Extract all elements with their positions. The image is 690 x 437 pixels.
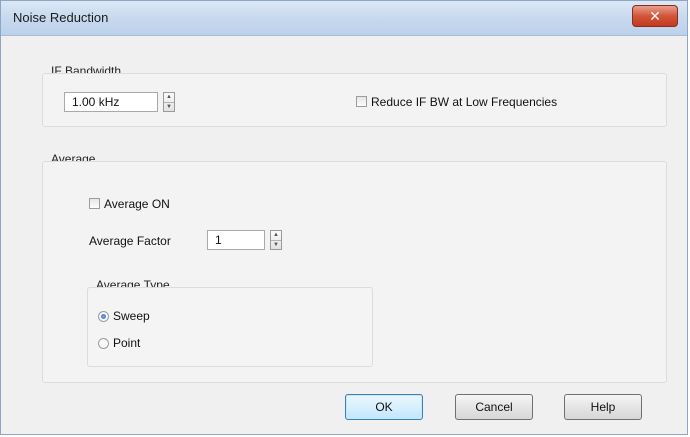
- average-on-label[interactable]: Average ON: [104, 197, 170, 211]
- spin-up-icon[interactable]: ▲: [271, 231, 281, 240]
- average-type-group: Sweep Point: [87, 287, 373, 367]
- if-bandwidth-spinner[interactable]: ▲ ▼: [163, 92, 175, 112]
- average-factor-spinner[interactable]: ▲ ▼: [270, 230, 282, 250]
- reduce-if-bw-label[interactable]: Reduce IF BW at Low Frequencies: [371, 95, 557, 109]
- dialog-title: Noise Reduction: [13, 10, 109, 25]
- reduce-if-bw-checkbox[interactable]: [356, 96, 367, 107]
- spin-down-icon[interactable]: ▼: [164, 102, 174, 112]
- point-radio[interactable]: [98, 338, 109, 349]
- average-factor-input[interactable]: 1: [207, 230, 265, 250]
- average-on-checkbox[interactable]: [89, 198, 100, 209]
- spin-down-icon[interactable]: ▼: [271, 240, 281, 250]
- average-factor-label: Average Factor: [89, 234, 171, 248]
- close-icon: ✕: [649, 7, 661, 24]
- ok-button[interactable]: OK: [345, 394, 423, 420]
- sweep-radio[interactable]: [98, 311, 109, 322]
- if-bandwidth-group: 1.00 kHz ▲ ▼ Reduce IF BW at Low Frequen…: [42, 73, 667, 127]
- if-bandwidth-input[interactable]: 1.00 kHz: [64, 92, 158, 112]
- spin-up-icon[interactable]: ▲: [164, 93, 174, 102]
- sweep-label[interactable]: Sweep: [113, 309, 150, 323]
- help-button[interactable]: Help: [564, 394, 642, 420]
- noise-reduction-dialog: Noise Reduction ✕ IF Bandwidth 1.00 kHz …: [0, 0, 688, 435]
- average-group: Average ON Average Factor 1 ▲ ▼ Average …: [42, 161, 667, 383]
- cancel-button[interactable]: Cancel: [455, 394, 533, 420]
- title-bar[interactable]: Noise Reduction ✕: [1, 1, 687, 36]
- close-button[interactable]: ✕: [632, 5, 678, 27]
- point-label[interactable]: Point: [113, 336, 140, 350]
